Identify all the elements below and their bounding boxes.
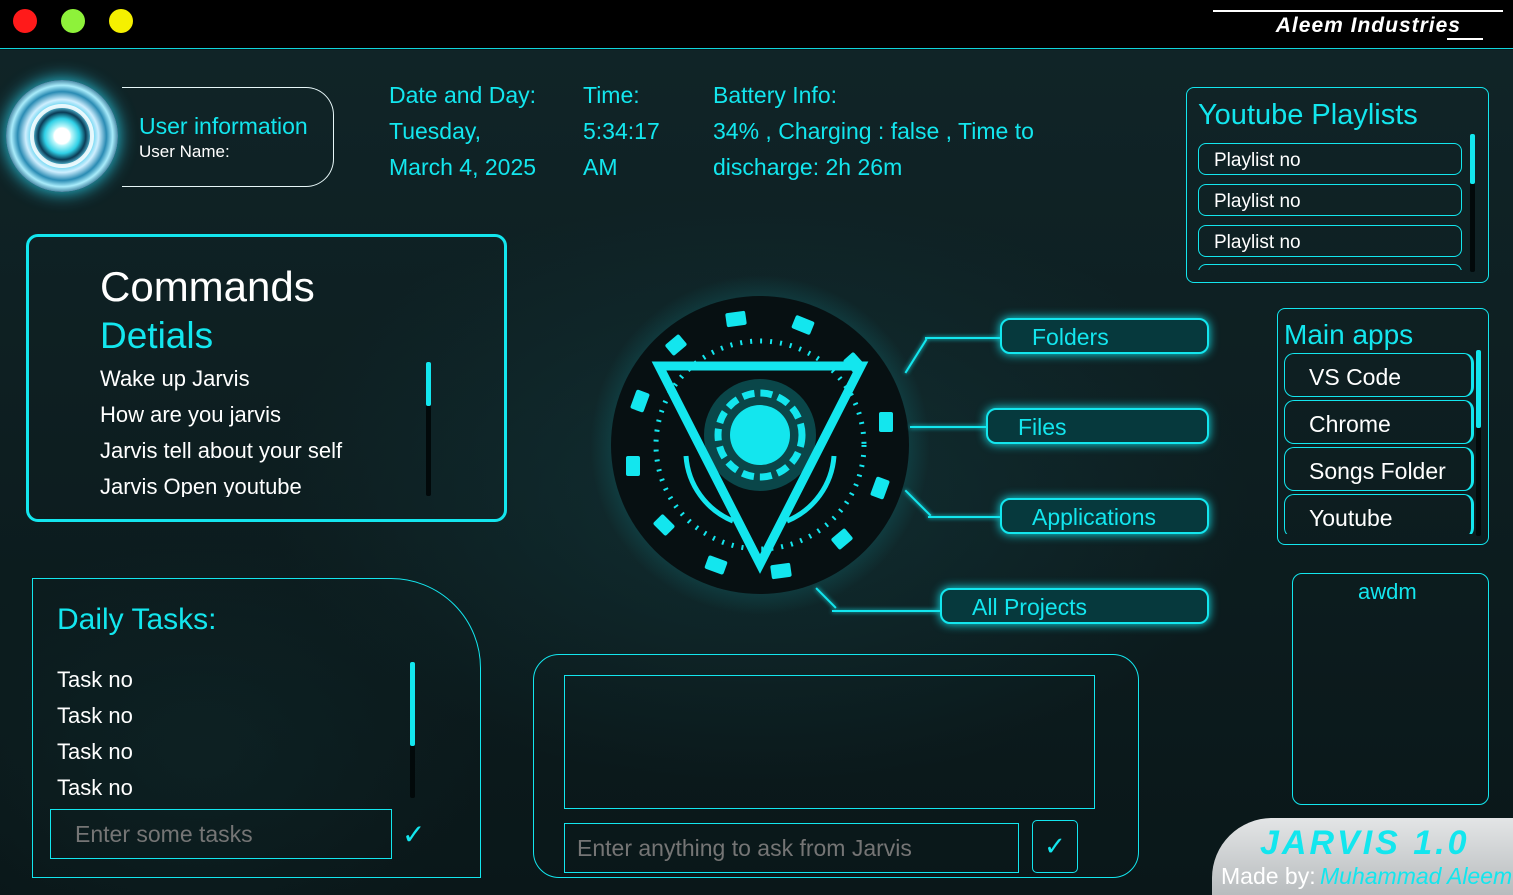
side-box-title: awdm [1358, 579, 1417, 604]
app-item-vscode[interactable]: VS Code [1284, 353, 1474, 397]
playlist-item[interactable]: Playlist no [1198, 143, 1462, 175]
main-apps-title: Main apps [1284, 319, 1414, 350]
battery-label: Battery Info: [713, 82, 838, 108]
brand-decoration [1213, 10, 1503, 12]
playlist-item[interactable]: Playlist no [1198, 225, 1462, 257]
playlist-item-clip [1198, 264, 1462, 270]
commands-scrollbar-thumb[interactable] [426, 362, 431, 406]
apps-scrollbar-thumb[interactable] [1476, 350, 1481, 428]
app-item-chrome[interactable]: Chrome [1284, 400, 1474, 444]
time-value: 5:34:17 [583, 118, 660, 144]
ask-submit-button[interactable]: ✓ [1032, 820, 1078, 873]
playlist-item[interactable]: Playlist no [1198, 184, 1462, 216]
minimize-button[interactable] [61, 9, 85, 33]
user-info-title: User information [139, 113, 308, 139]
battery-line-1: 34% , Charging : false , Time to [713, 118, 1034, 144]
command-item: Wake up Jarvis [100, 366, 250, 391]
command-item: Jarvis tell about your self [100, 438, 343, 463]
wire [832, 610, 940, 612]
command-clip: Jarvis Open youtube [100, 474, 420, 497]
wire [928, 516, 1000, 518]
maximize-button[interactable] [109, 9, 133, 33]
brand-name: Aleem Industries [1275, 14, 1461, 37]
folders-button[interactable]: Folders [1000, 318, 1209, 354]
side-box [1292, 573, 1489, 805]
date-value: March 4, 2025 [389, 154, 537, 180]
title-bar: Aleem Industries [0, 0, 1513, 49]
task-item: Task no [57, 775, 133, 800]
ask-input[interactable] [564, 823, 1019, 873]
applications-button[interactable]: Applications [1000, 498, 1209, 534]
made-by-label: Made by: [1221, 863, 1316, 889]
app-item-youtube[interactable]: Youtube [1284, 494, 1474, 534]
task-item: Task no [57, 703, 133, 728]
all-projects-button[interactable]: All Projects [940, 588, 1209, 624]
task-item: Task no [57, 739, 133, 764]
wire [925, 337, 1001, 339]
day-value: Tuesday, [389, 118, 482, 144]
commands-title: Commands [100, 263, 315, 310]
playlists-scrollbar-thumb[interactable] [1470, 134, 1475, 184]
close-button[interactable] [13, 9, 37, 33]
author-name: Muhammad Aleem [1320, 863, 1513, 889]
playlists-title: Youtube Playlists [1198, 99, 1418, 131]
task-input[interactable] [50, 809, 392, 859]
time-label: Time: [583, 82, 640, 108]
wire [910, 426, 986, 428]
brand-decoration [1447, 38, 1483, 40]
task-item: Task no [57, 667, 133, 692]
product-name: JARVIS 1.0 [1260, 824, 1470, 862]
date-label: Date and Day: [389, 82, 537, 108]
user-name-label: User Name: [139, 142, 230, 161]
time-ampm: AM [583, 154, 618, 180]
command-item: Jarvis Open youtube [100, 474, 302, 497]
app-item-clip: Youtube [1284, 494, 1474, 534]
commands-subtitle: Detials [100, 315, 214, 356]
jarvis-core-graphic [626, 310, 893, 580]
daily-tasks-title: Daily Tasks: [57, 603, 217, 636]
battery-line-2: discharge: 2h 26m [713, 154, 903, 180]
files-button[interactable]: Files [986, 408, 1209, 444]
jarvis-response-area [564, 675, 1095, 809]
tasks-scrollbar-thumb[interactable] [410, 662, 415, 746]
app-item-songs-folder[interactable]: Songs Folder [1284, 447, 1474, 491]
command-item: How are you jarvis [100, 402, 281, 427]
avatar-ring [30, 104, 94, 168]
task-submit-button[interactable]: ✓ [402, 818, 425, 851]
